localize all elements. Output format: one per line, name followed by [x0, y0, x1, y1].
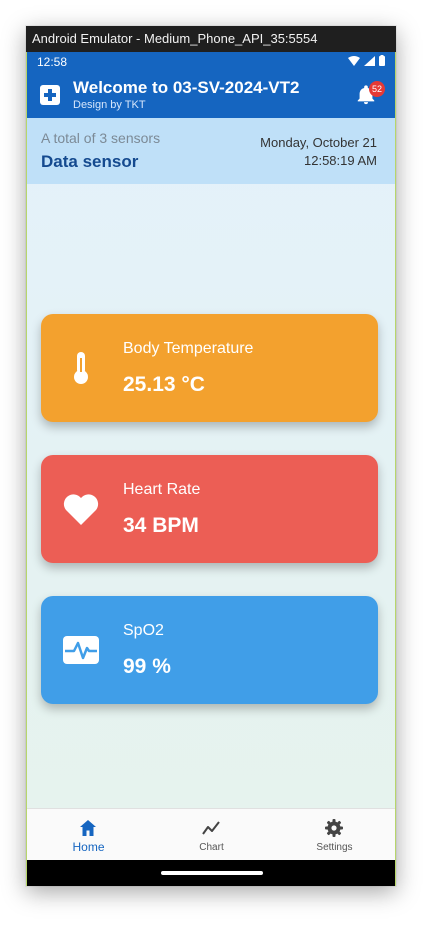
gear-icon	[325, 819, 343, 837]
phone-screen: 12:58 Welcome to 03-SV-2024-VT2 Design b…	[26, 52, 396, 886]
nav-chart[interactable]: Chart	[150, 809, 273, 861]
spo2-card[interactable]: SpO2 99 %	[41, 596, 378, 704]
temperature-value: 25.13 °C	[123, 373, 205, 396]
battery-icon	[379, 55, 385, 66]
heart-rate-value: 34 BPM	[123, 514, 199, 537]
gesture-bar	[27, 860, 395, 886]
current-date: Monday, October 21	[260, 135, 377, 150]
heart-rate-label: Heart Rate	[123, 481, 201, 498]
chart-line-icon	[202, 821, 220, 835]
nav-settings[interactable]: Settings	[273, 809, 395, 861]
bottom-navigation: Home Chart Settings	[27, 808, 395, 861]
spo2-label: SpO2	[123, 622, 164, 639]
home-gesture-handle[interactable]	[161, 871, 263, 875]
signal-icon	[364, 55, 375, 66]
app-subtitle: Design by TKT	[73, 99, 146, 111]
wifi-icon	[348, 55, 360, 66]
spo2-value: 99 %	[123, 655, 171, 678]
current-time: 12:58:19 AM	[304, 153, 377, 168]
sensor-count: A total of 3 sensors	[41, 130, 161, 146]
info-bar: A total of 3 sensors Data sensor Monday,…	[27, 118, 395, 184]
temperature-card[interactable]: Body Temperature 25.13 °C	[41, 314, 378, 422]
nav-home[interactable]: Home	[27, 809, 150, 861]
nav-chart-label: Chart	[199, 842, 224, 853]
home-icon	[80, 820, 96, 836]
emulator-window: Android Emulator - Medium_Phone_API_35:5…	[26, 26, 396, 886]
status-time: 12:58	[37, 55, 68, 69]
app-title: Welcome to 03-SV-2024-VT2	[73, 78, 300, 97]
temperature-label: Body Temperature	[123, 340, 254, 357]
notification-badge: 52	[369, 81, 385, 97]
heart-rate-card[interactable]: Heart Rate 34 BPM	[41, 455, 378, 563]
thermometer-icon	[74, 352, 88, 384]
window-title: Android Emulator - Medium_Phone_API_35:5…	[26, 26, 396, 52]
status-icons	[348, 55, 385, 66]
nav-settings-label: Settings	[316, 842, 353, 853]
section-heading: Data sensor	[41, 152, 139, 171]
heart-icon	[63, 494, 99, 525]
nav-home-label: Home	[72, 840, 105, 854]
app-bar: Welcome to 03-SV-2024-VT2 Design by TKT …	[27, 72, 395, 118]
status-bar: 12:58	[27, 52, 395, 72]
pulse-monitor-icon	[63, 636, 99, 664]
medical-cross-icon	[40, 85, 60, 105]
